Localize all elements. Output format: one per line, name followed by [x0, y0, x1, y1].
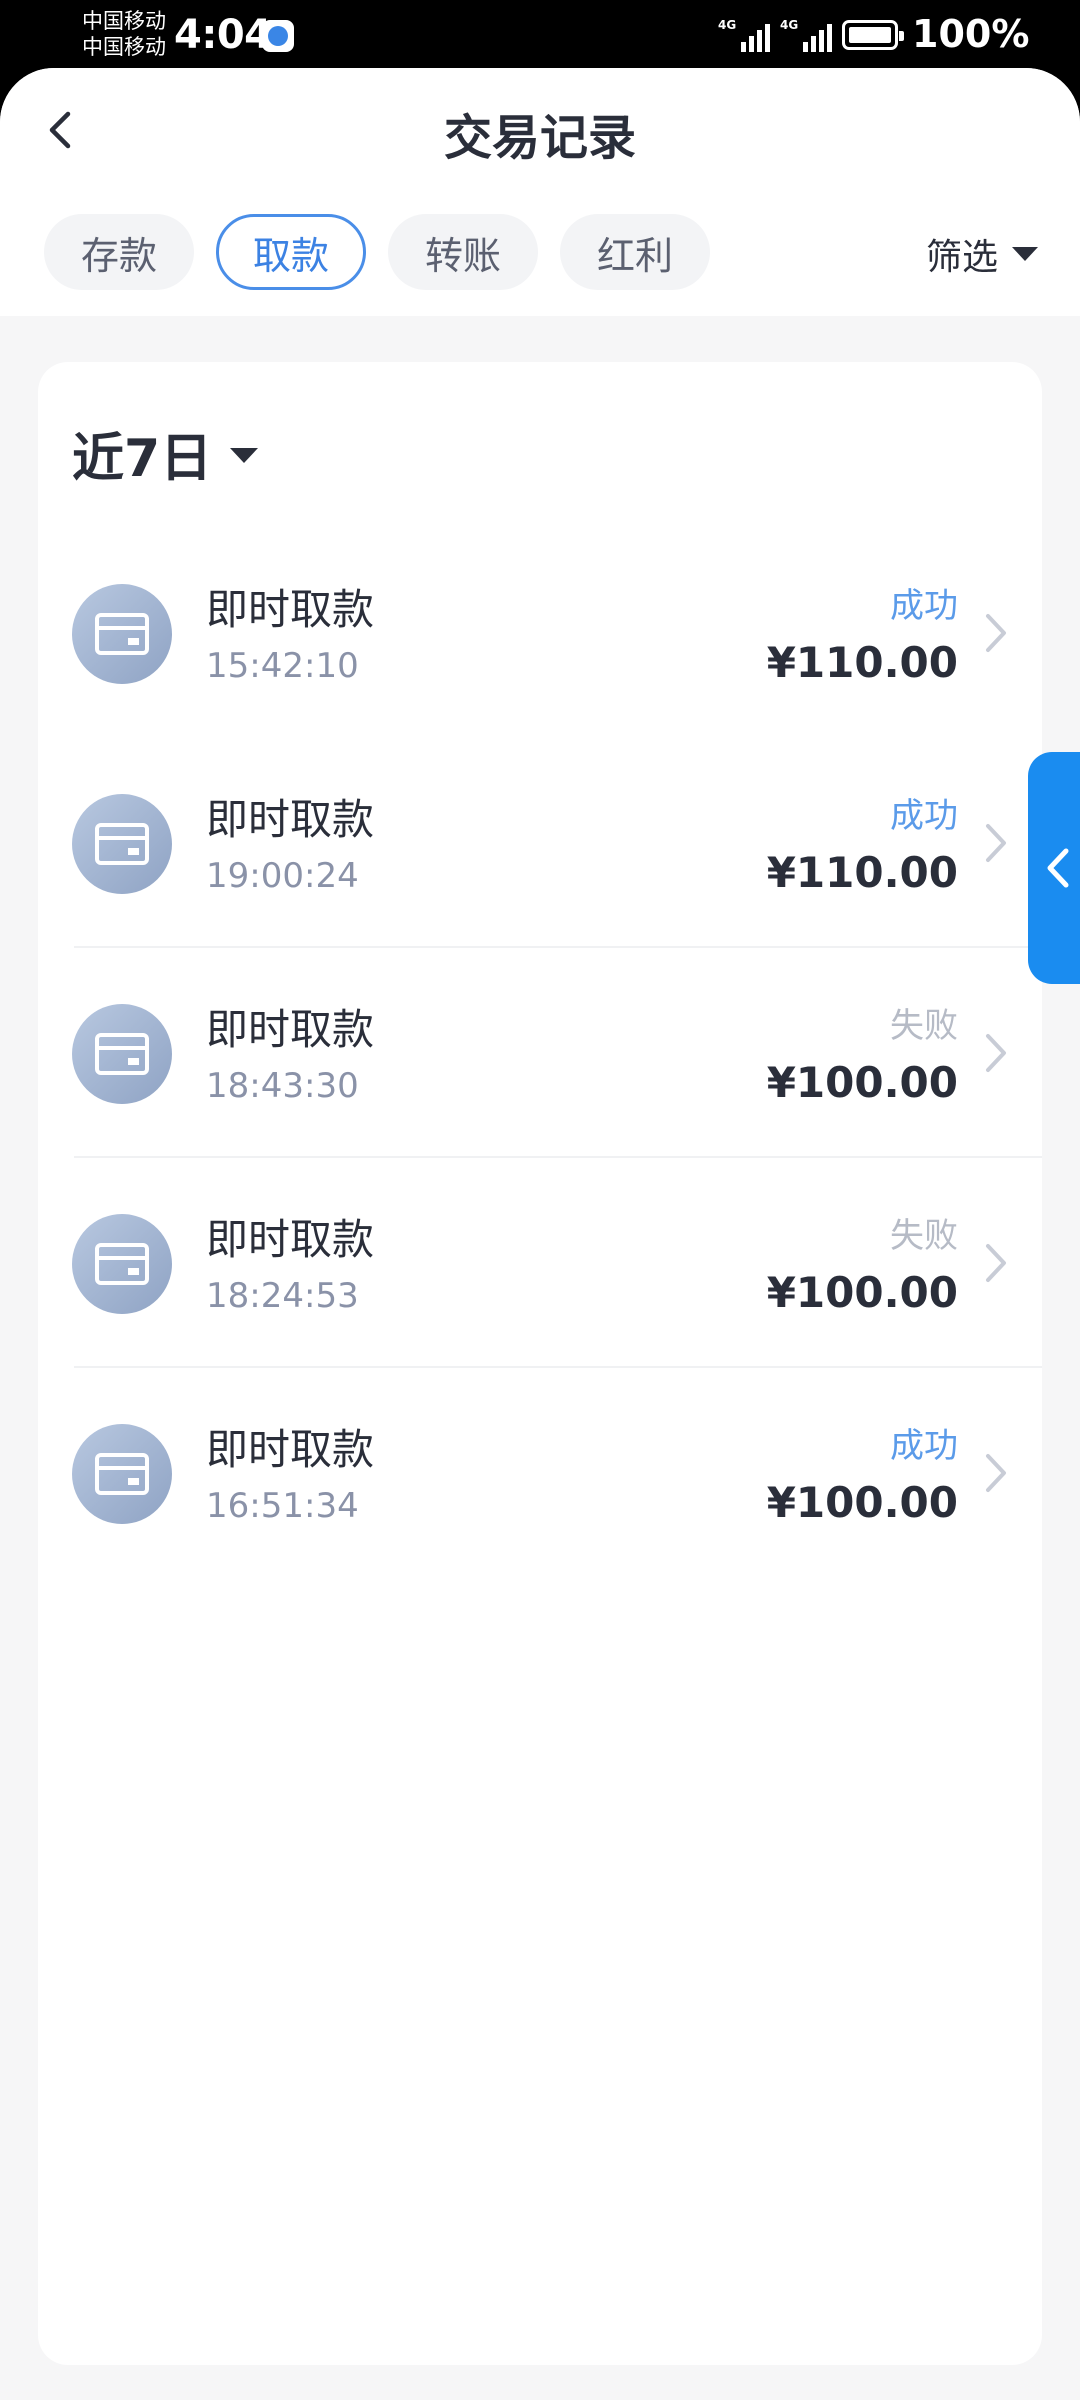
period-label: 近7日 [72, 429, 213, 489]
app-screen: 交易记录 存款 取款 转账 红利 筛选 近7日 即时取款 15:42:10 成功… [0, 68, 1080, 2400]
transaction-amount: ¥100.00 [766, 1268, 958, 1317]
caret-down-icon [1012, 247, 1038, 261]
transaction-row[interactable]: 即时取款 18:43:30 失败 ¥100.00 [38, 948, 1042, 1158]
period-selector[interactable]: 近7日 [72, 416, 259, 491]
battery-percent: 100% [912, 12, 1030, 56]
transaction-title: 即时取款 [206, 1005, 375, 1054]
bank-card-icon [72, 1004, 172, 1104]
chevron-right-icon [986, 1034, 1006, 1072]
filter-button[interactable]: 筛选 [926, 228, 1038, 280]
tab-bonus[interactable]: 红利 [560, 214, 710, 290]
status-badge: 成功 [890, 796, 958, 836]
transaction-amount: ¥110.00 [766, 638, 958, 687]
status-badge: 失败 [890, 1006, 958, 1046]
transaction-title: 即时取款 [206, 585, 375, 634]
tab-withdraw[interactable]: 取款 [216, 214, 366, 290]
status-badge: 成功 [890, 1426, 958, 1466]
transaction-row[interactable]: 即时取款 19:00:24 成功 ¥110.00 [38, 738, 1042, 948]
carrier-labels: 中国移动 中国移动 [82, 8, 166, 60]
transaction-row[interactable]: 即时取款 16:51:34 成功 ¥100.00 [38, 1368, 1042, 1578]
bank-card-icon [72, 1424, 172, 1524]
tab-deposit[interactable]: 存款 [44, 214, 194, 290]
chevron-right-icon [986, 1244, 1006, 1282]
chevron-right-icon [986, 1454, 1006, 1492]
transaction-card: 近7日 即时取款 15:42:10 成功 ¥110.00 即时取款 19:00:… [38, 362, 1042, 2365]
transaction-time: 19:00:24 [206, 856, 359, 896]
transaction-amount: ¥100.00 [766, 1058, 958, 1107]
bank-card-icon [72, 794, 172, 894]
carrier-1: 中国移动 [82, 9, 166, 33]
tab-transfer[interactable]: 转账 [388, 214, 538, 290]
transaction-time: 18:24:53 [206, 1276, 359, 1316]
transaction-time: 15:42:10 [206, 646, 359, 686]
transaction-row[interactable]: 即时取款 15:42:10 成功 ¥110.00 [38, 528, 1042, 738]
chevron-right-icon [986, 614, 1006, 652]
status-badge: 成功 [890, 586, 958, 626]
carrier-2: 中国移动 [82, 35, 166, 59]
signal-icon-1: 4G [718, 18, 771, 52]
header: 交易记录 存款 取款 转账 红利 筛选 [0, 68, 1080, 316]
filter-label: 筛选 [925, 237, 998, 278]
side-drawer-toggle[interactable] [1028, 752, 1080, 984]
status-badge: 失败 [890, 1216, 958, 1256]
transaction-title: 即时取款 [206, 795, 375, 844]
bank-card-icon [72, 584, 172, 684]
app-notification-icon [262, 20, 294, 52]
chevron-right-icon [986, 824, 1006, 862]
transaction-amount: ¥100.00 [766, 1478, 958, 1527]
clock: 4:04 [174, 12, 272, 58]
chevron-left-icon [1047, 848, 1069, 888]
battery-icon [842, 20, 904, 50]
status-bar: 中国移动 中国移动 4:04 4G 4G 100% [0, 0, 1080, 70]
transaction-row[interactable]: 即时取款 18:24:53 失败 ¥100.00 [38, 1158, 1042, 1368]
page-title: 交易记录 [443, 110, 636, 166]
caret-down-icon [230, 448, 259, 463]
transaction-amount: ¥110.00 [766, 848, 958, 897]
transaction-title: 即时取款 [206, 1215, 375, 1264]
transaction-list: 即时取款 15:42:10 成功 ¥110.00 即时取款 19:00:24 成… [38, 528, 1042, 1578]
bank-card-icon [72, 1214, 172, 1314]
transaction-title: 即时取款 [206, 1425, 375, 1474]
signal-icon-2: 4G [780, 18, 833, 52]
transaction-time: 16:51:34 [206, 1486, 359, 1526]
transaction-time: 18:43:30 [206, 1066, 359, 1106]
tab-bar: 存款 取款 转账 红利 [44, 214, 710, 290]
